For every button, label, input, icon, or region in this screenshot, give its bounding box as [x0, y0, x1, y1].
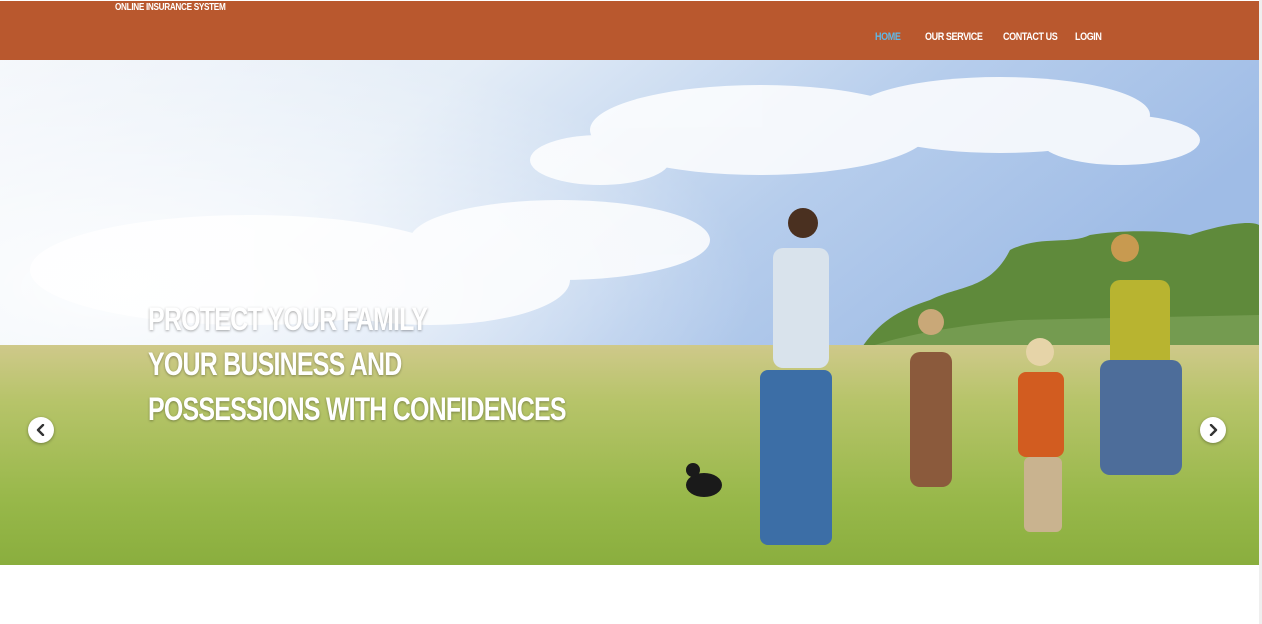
nav-home-link[interactable]: HOME	[875, 31, 901, 43]
carousel-next-button[interactable]	[1200, 417, 1226, 443]
page: ONLINE INSURANCE SYSTEM HOME OUR SERVICE…	[0, 0, 1262, 624]
nav-login-link[interactable]: LOGIN	[1075, 31, 1102, 43]
nav-our-service-link[interactable]: OUR SERVICE	[925, 31, 983, 43]
nav-contact-us-link[interactable]: CONTACT US	[1003, 31, 1058, 43]
caption-line-1: PROTECT YOUR FAMILY	[148, 301, 428, 337]
caption-line-3: POSSESSIONS WITH CONFIDENCES	[148, 391, 567, 427]
top-navbar: ONLINE INSURANCE SYSTEM HOME OUR SERVICE…	[0, 1, 1259, 60]
site-brand[interactable]: ONLINE INSURANCE SYSTEM	[115, 2, 226, 13]
carousel-prev-button[interactable]	[28, 417, 54, 443]
hero-carousel: PROTECT YOUR FAMILY YOUR BUSINESS AND PO…	[0, 60, 1259, 565]
caption-line-2: YOUR BUSINESS AND	[148, 346, 402, 382]
hero-caption: PROTECT YOUR FAMILY YOUR BUSINESS AND PO…	[148, 297, 567, 432]
chevron-left-icon	[36, 424, 45, 436]
chevron-right-icon	[1209, 424, 1218, 436]
